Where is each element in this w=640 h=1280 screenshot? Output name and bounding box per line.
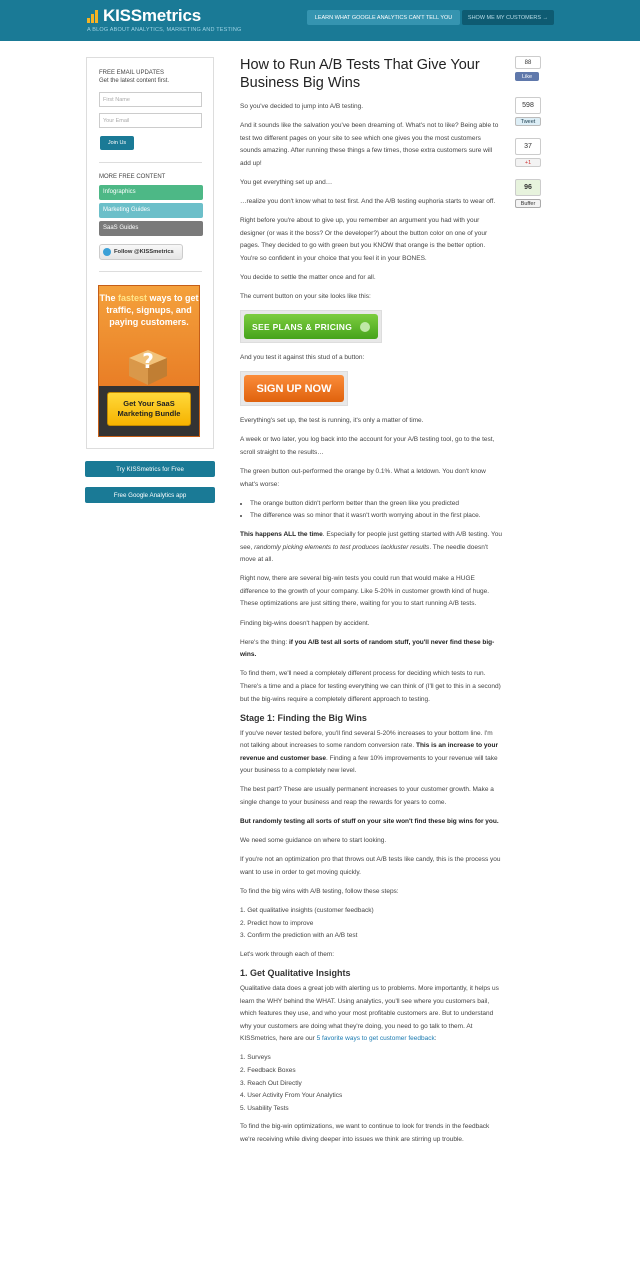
gplus-count: 37 (515, 138, 541, 155)
paragraph: Right before you're about to give up, yo… (240, 217, 488, 262)
paragraph: To find the big-win optimizations, we wa… (240, 1123, 490, 1144)
show-customers-button[interactable]: SHOW ME MY CUSTOMERS → (462, 10, 554, 25)
paragraph: Finding big-wins doesn't happen by accid… (240, 619, 370, 627)
logo-text: KISSmetrics (103, 6, 201, 25)
list-item: 4. User Activity From Your Analytics (240, 1092, 343, 1100)
customer-feedback-link[interactable]: 5 favorite ways to get customer feedback (317, 1035, 435, 1042)
paragraph: Right now, there are several big-win tes… (240, 575, 490, 608)
paragraph: So you've decided to jump into A/B testi… (240, 103, 364, 110)
divider (99, 162, 202, 163)
section-heading: Stage 1: Finding the Big Wins (240, 712, 367, 723)
paragraph: To find them, we'll need a completely di… (240, 670, 501, 703)
tweet-count: 598 (515, 97, 541, 114)
paragraph: And you test it against this stud of a b… (240, 354, 365, 362)
facebook-like-count: 88 (515, 56, 541, 69)
list-item: 1. Surveys (240, 1054, 271, 1062)
list-item: The orange button didn't perform better … (250, 498, 502, 511)
bar-chart-icon (87, 9, 101, 23)
paragraph: The best part? These are usually permane… (240, 786, 494, 807)
paragraph: A week or two later, you log back into t… (240, 436, 495, 456)
list-item: 3. Confirm the prediction with an A/B te… (240, 932, 358, 940)
first-name-input[interactable]: First Name (99, 92, 202, 107)
buffer-button[interactable]: Buffer (515, 199, 541, 208)
green-button-image: SEE PLANS & PRICING (240, 310, 382, 344)
googleplus-share[interactable]: 37 +1 (515, 138, 541, 167)
twitter-share[interactable]: 598 Tweet (515, 97, 541, 126)
paragraph: The current button on your site looks li… (240, 293, 371, 301)
buffer-share[interactable]: 96 Buffer (515, 179, 541, 208)
paragraph: Here's the thing: if you A/B test all so… (240, 638, 495, 659)
try-kissmetrics-button[interactable]: Try KISSmetrics for Free (85, 461, 215, 477)
svg-text:?: ? (142, 349, 154, 373)
paragraph: …realize you don't know what to test fir… (240, 198, 496, 206)
paragraph: Let's work through each of them: (240, 950, 335, 958)
twitter-icon (103, 248, 111, 256)
paragraph: You get everything set up and… (240, 178, 333, 186)
paragraph: The green button out-performed the orang… (240, 468, 486, 488)
buffer-count: 96 (515, 179, 541, 196)
kissmetrics-logo[interactable]: KISSmetrics (87, 6, 201, 26)
learn-analytics-button[interactable]: LEARN WHAT GOOGLE ANALYTICS CAN'T TELL Y… (307, 10, 460, 25)
free-ga-app-button[interactable]: Free Google Analytics app (85, 487, 215, 503)
list-item: 1. Get qualitative insights (customer fe… (240, 907, 374, 915)
paragraph: Qualitative data does a great job with a… (240, 985, 499, 1043)
saas-guides-link[interactable]: SaaS Guides (99, 221, 203, 236)
list-item: 5. Usability Tests (240, 1104, 289, 1112)
blog-tagline: A BLOG ABOUT ANALYTICS, MARKETING AND TE… (87, 27, 242, 33)
orange-button-label: SIGN UP NOW (244, 375, 344, 403)
paragraph: You decide to settle the matter once and… (240, 274, 376, 282)
paragraph: If you've never tested before, you'll fi… (240, 729, 498, 775)
saas-bundle-button[interactable]: Get Your SaaS Marketing Bundle (107, 392, 191, 426)
twitter-follow-button[interactable]: Follow @KISSmetrics (99, 244, 183, 260)
list-item: 2. Feedback Boxes (240, 1067, 296, 1075)
steps-list: 1. Get qualitative insights (customer fe… (240, 905, 502, 943)
infographics-link[interactable]: Infographics (99, 185, 203, 200)
tweet-button[interactable]: Tweet (515, 117, 541, 126)
ad-headline: The fastest ways to get traffic, signups… (99, 293, 199, 327)
list-item: 3. Reach Out Directly (240, 1079, 302, 1087)
email-input[interactable]: Your Email (99, 113, 202, 128)
paragraph: To find the big wins with A/B testing, f… (240, 888, 399, 896)
paragraph: Everything's set up, the test is running… (240, 417, 424, 425)
paragraph: We need some guidance on where to start … (240, 837, 387, 845)
join-button[interactable]: Join Us (100, 136, 134, 150)
facebook-like-button[interactable]: Like (515, 72, 539, 81)
paragraph: And it sounds like the salvation you've … (240, 122, 499, 167)
email-subheading: Get the latest content first. (99, 78, 170, 84)
arrow-icon (360, 321, 371, 332)
section-heading: 1. Get Qualitative Insights (240, 968, 351, 978)
top-bar: KISSmetrics A BLOG ABOUT ANALYTICS, MARK… (0, 0, 640, 41)
marketing-guides-link[interactable]: Marketing Guides (99, 203, 203, 218)
more-content-heading: MORE FREE CONTENT (99, 174, 166, 180)
article: How to Run A/B Tests That Give Your Busi… (240, 56, 502, 1153)
follow-label: Follow @KISSmetrics (114, 249, 174, 255)
sidebar: FREE EMAIL UPDATES Get the latest conten… (86, 57, 214, 449)
list-item: 2. Predict how to improve (240, 919, 314, 927)
saas-bundle-ad[interactable]: The fastest ways to get traffic, signups… (98, 285, 200, 437)
email-heading: FREE EMAIL UPDATES (99, 70, 165, 76)
question-box-icon: ? (129, 349, 167, 385)
bullet-list: The orange button didn't perform better … (250, 498, 502, 523)
list-item: The difference was so minor that it wasn… (250, 510, 502, 523)
paragraph: If you're not an optimization pro that t… (240, 856, 501, 876)
paragraph: This happens ALL the time. Especially fo… (240, 530, 502, 564)
divider (99, 271, 202, 272)
orange-button-image: SIGN UP NOW (240, 371, 348, 407)
facebook-share[interactable]: 88 Like (515, 56, 541, 81)
green-button-label: SEE PLANS & PRICING (252, 321, 353, 332)
methods-list: 1. Surveys 2. Feedback Boxes 3. Reach Ou… (240, 1052, 502, 1115)
article-title: How to Run A/B Tests That Give Your Busi… (240, 57, 480, 91)
paragraph: But randomly testing all sorts of stuff … (240, 818, 499, 826)
gplus-button[interactable]: +1 (515, 158, 541, 167)
